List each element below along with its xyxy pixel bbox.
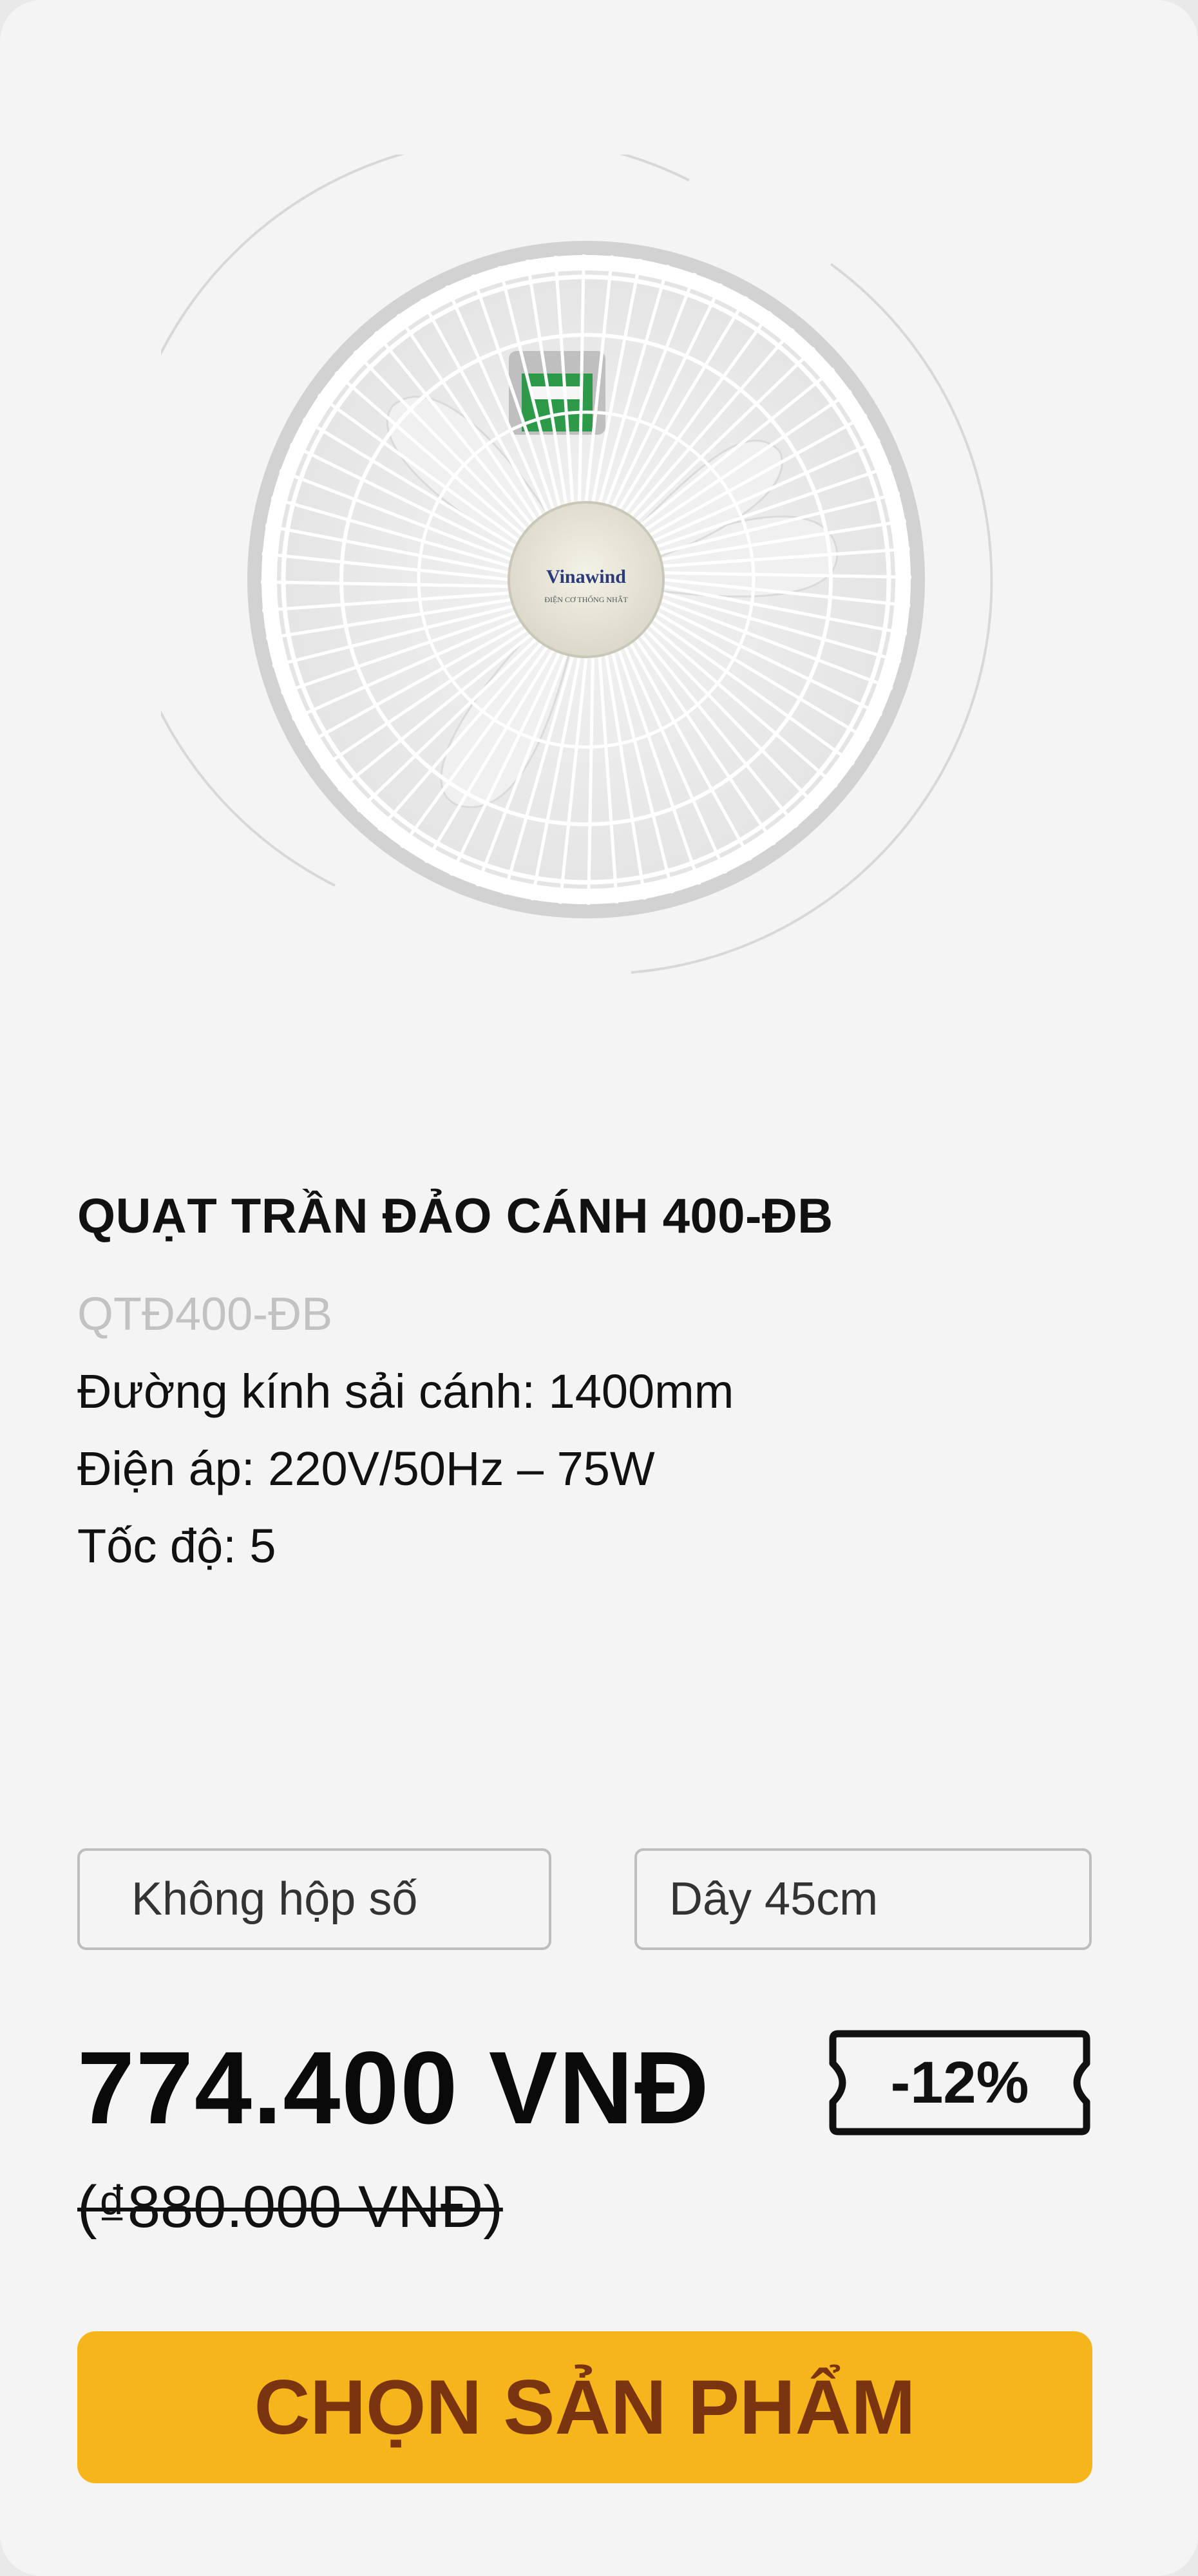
spec-voltage: Điện áp: 220V/50Hz – 75W — [77, 1442, 655, 1495]
fan-illustration: Vinawind ĐIỆN CƠ THỐNG NHẤT — [161, 155, 993, 974]
select-product-button[interactable]: CHỌN SẢN PHẨM — [77, 2331, 1092, 2483]
option-gearbox[interactable]: Không hộp số — [77, 1848, 551, 1950]
product-image[interactable]: Vinawind ĐIỆN CƠ THỐNG NHẤT — [161, 155, 998, 992]
current-price: 774.400 VNĐ — [77, 2030, 710, 2145]
product-sku: QTĐ400-ĐB — [77, 1289, 333, 1340]
spec-speed: Tốc độ: 5 — [77, 1519, 276, 1573]
svg-text:ĐIỆN CƠ THỐNG NHẤT: ĐIỆN CƠ THỐNG NHẤT — [544, 594, 628, 604]
discount-percent: -12% — [890, 2049, 1029, 2116]
discount-badge: -12% — [828, 2029, 1092, 2137]
option-cable-length[interactable]: Dây 45cm — [634, 1848, 1092, 1950]
product-title: QUẠT TRẦN ĐẢO CÁNH 400-ĐB — [77, 1189, 833, 1244]
original-price: (₫880.000 VNĐ) — [77, 2174, 503, 2240]
product-card: Vinawind ĐIỆN CƠ THỐNG NHẤT QUẠT TRẦN ĐẢ… — [0, 0, 1198, 2576]
spec-blade-diameter: Đường kính sải cánh: 1400mm — [77, 1365, 734, 1418]
brand-logo-text: Vinawind — [546, 566, 626, 587]
